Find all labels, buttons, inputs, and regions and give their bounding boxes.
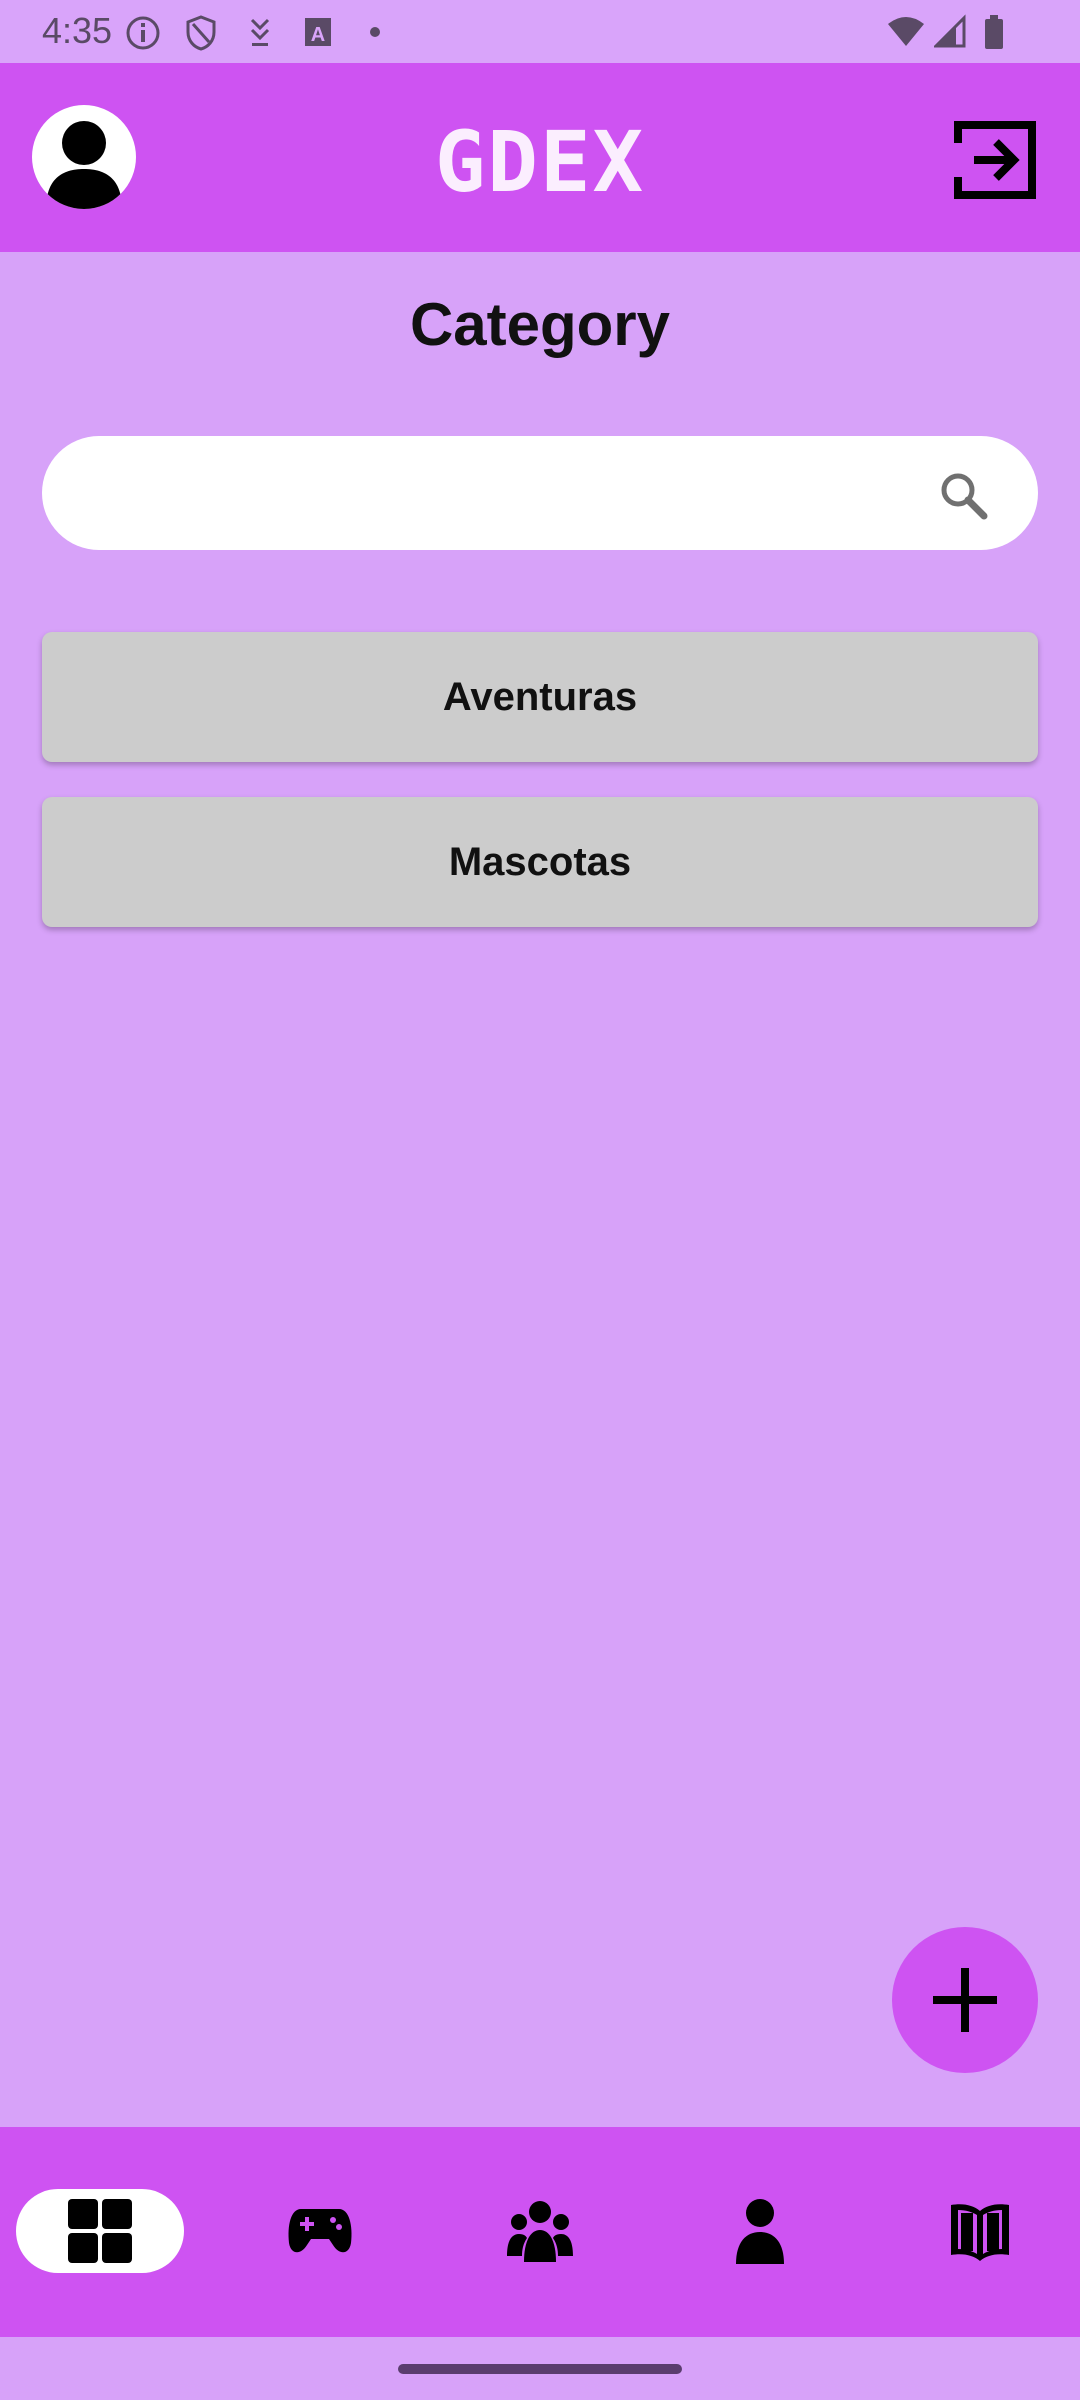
gesture-bar <box>398 2364 682 2374</box>
a-icon: A <box>305 18 331 46</box>
info-icon <box>126 16 160 50</box>
search-input[interactable] <box>82 436 932 550</box>
gamepad-icon <box>288 2209 352 2253</box>
status-time: 4:35 <box>42 10 113 51</box>
search-icon[interactable] <box>936 468 992 524</box>
dot-icon <box>370 27 380 37</box>
category-item-aventuras[interactable]: Aventuras <box>42 632 1038 762</box>
search-box[interactable] <box>42 436 1038 550</box>
app-bar: GDEX <box>0 63 1080 252</box>
category-label: Mascotas <box>448 839 632 884</box>
group-icon <box>507 2201 573 2262</box>
page-title: Category <box>409 291 671 358</box>
app-title: GDEX <box>434 113 646 211</box>
grid-icon <box>68 2199 132 2263</box>
category-label: Aventuras <box>442 674 638 719</box>
signal-icon <box>934 14 966 48</box>
battery-icon <box>985 15 1003 49</box>
add-icon <box>933 1968 997 2032</box>
wifi-icon <box>888 17 924 46</box>
add-button[interactable] <box>892 1927 1038 2073</box>
bottom-nav <box>0 2127 1080 2337</box>
status-bar: 4:35 A <box>0 0 1080 63</box>
svg-text:A: A <box>311 24 325 46</box>
logout-button[interactable] <box>950 115 1040 205</box>
download-icon <box>250 18 270 46</box>
nav-item-categories[interactable] <box>16 2189 184 2273</box>
category-item-mascotas[interactable]: Mascotas <box>42 797 1038 927</box>
nav-item-library[interactable] <box>930 2189 1030 2273</box>
nav-item-groups[interactable] <box>490 2189 590 2273</box>
nav-item-profile[interactable] <box>710 2189 810 2273</box>
shield-icon <box>186 15 216 51</box>
book-icon <box>951 2204 1009 2261</box>
logout-icon <box>954 121 1036 199</box>
person-icon <box>736 2199 784 2264</box>
nav-item-games[interactable] <box>270 2189 370 2273</box>
